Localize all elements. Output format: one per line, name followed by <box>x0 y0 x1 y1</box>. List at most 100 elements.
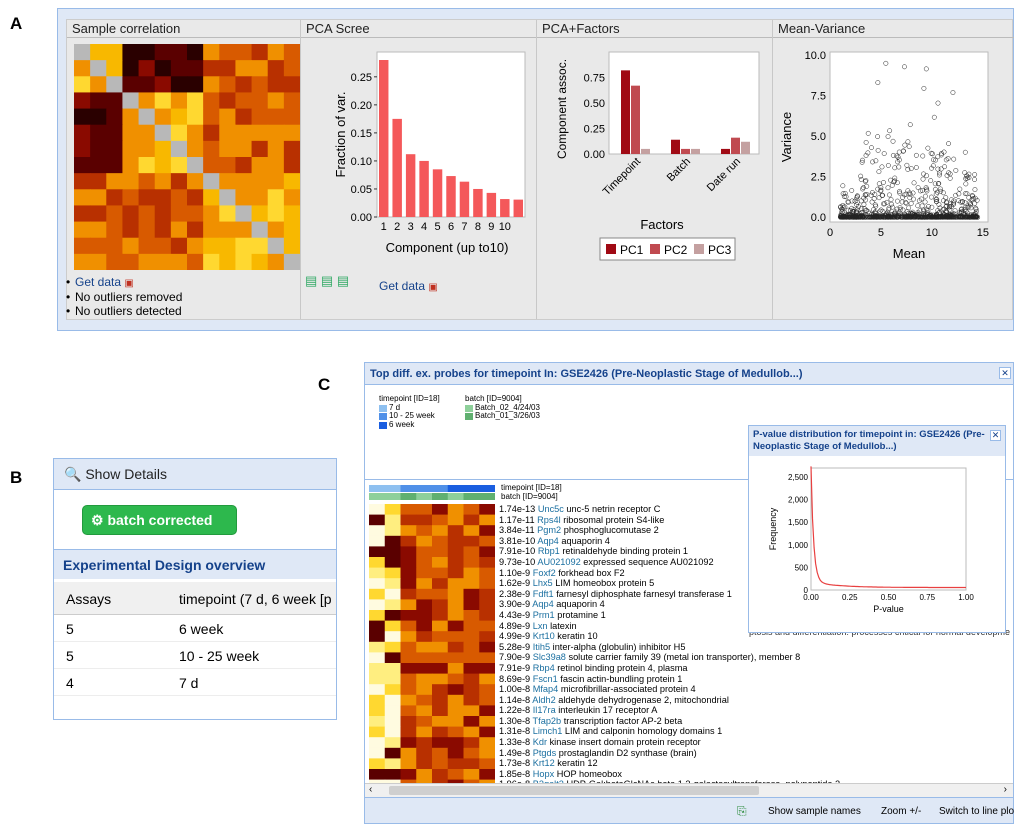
legend-label: PC1 <box>620 243 644 257</box>
gene-link[interactable]: Rbp1 <box>538 546 560 556</box>
gene-description: retinol binding protein 4, plasma <box>554 662 688 673</box>
table-row: 5 10 - 25 week <box>54 642 336 669</box>
gene-link[interactable]: Kdr <box>533 737 547 747</box>
heatmap-cell <box>432 737 449 749</box>
close-icon[interactable]: ✕ <box>999 367 1011 379</box>
qc-strip: Sample correlation Get data ▣ No outlier… <box>66 19 1014 320</box>
export-icon[interactable]: ⎘ <box>737 804 747 819</box>
heatmap-cell <box>170 221 188 239</box>
gene-link[interactable]: Prm1 <box>533 610 555 620</box>
heatmap-cell <box>400 705 417 717</box>
heatmap-cell <box>463 578 480 590</box>
close-icon[interactable]: ✕ <box>990 430 1001 441</box>
heatmap-cell <box>170 140 188 158</box>
zoom-button[interactable]: Zoom +/- <box>881 806 921 817</box>
details-toolbar: 🔍 Show Details <box>54 459 336 490</box>
heatmap-cell <box>432 705 449 717</box>
heatmap-cell <box>432 694 449 706</box>
heatmap-cell <box>203 237 220 255</box>
heatmap-cell <box>187 237 204 255</box>
heatmap-cell <box>416 610 433 622</box>
heatmap-cell <box>432 588 449 600</box>
gene-link[interactable]: Pgm2 <box>537 525 561 535</box>
scroll-left-icon[interactable]: ‹ <box>369 784 372 795</box>
scatter-chart-icon[interactable]: ▤ <box>337 273 349 288</box>
heatmap-cell <box>90 140 107 158</box>
gene-link[interactable]: Tfap2b <box>533 716 562 726</box>
column-header-timepoint[interactable]: timepoint (7 d, 6 week [p <box>179 591 332 607</box>
gene-link[interactable]: Rps4l <box>537 515 561 525</box>
heatmap-cell <box>384 588 401 600</box>
scroll-right-icon[interactable]: › <box>1004 784 1007 795</box>
column-header-assays[interactable]: Assays <box>66 591 111 607</box>
pvalue-popup: P-value distribution for timepoint in: G… <box>748 425 1006 633</box>
heatmap-cell <box>447 578 464 590</box>
gene-link[interactable]: Ptgds <box>533 748 557 758</box>
sample-correlation-heatmap[interactable] <box>74 44 300 270</box>
switch-plot-button[interactable]: Switch to line plot <box>939 806 1014 817</box>
show-details-button[interactable]: 🔍 Show Details <box>64 466 167 482</box>
heatmap-cell <box>170 92 188 110</box>
table-cell: 5 <box>66 648 74 664</box>
external-link-icon: ▣ <box>124 278 134 289</box>
heatmap-cell <box>447 610 464 622</box>
y-tick-label: 2,000 <box>788 496 809 505</box>
gene-link[interactable]: Slc39a8 <box>533 652 566 662</box>
gene-link[interactable]: Unc5c <box>538 504 564 514</box>
heatmap-cell <box>251 237 269 255</box>
factor-bar <box>731 137 740 154</box>
batch-corrected-button[interactable]: ⚙ batch corrected <box>82 505 237 535</box>
heatmap-cell <box>432 514 449 526</box>
mean-variance-header: Mean-Variance <box>773 20 1014 38</box>
heatmap-cell <box>432 557 449 569</box>
gene-link[interactable]: Aqp4 <box>537 536 558 546</box>
gene-link[interactable]: Fscn1 <box>533 674 558 684</box>
pvalue: 1.85e-8 <box>499 768 533 779</box>
gene-link[interactable]: Itih5 <box>533 642 550 652</box>
heatmap-cell <box>416 769 433 781</box>
heatmap-cell <box>74 108 91 126</box>
gene-link[interactable]: Rbp4 <box>533 663 555 673</box>
gene-link[interactable]: Mfap4 <box>533 684 559 694</box>
pvalue: 1.10e-9 <box>499 567 533 578</box>
scatter-chart-icon[interactable]: ▤ <box>305 273 317 288</box>
panel-label-b: B <box>10 468 23 487</box>
scatter-chart-icon[interactable]: ▤ <box>321 273 333 288</box>
show-sample-names-button[interactable]: Show sample names <box>768 806 861 817</box>
heatmap-cell <box>90 157 107 174</box>
gene-link[interactable]: Aldh2 <box>532 695 556 705</box>
heatmap-cell <box>106 140 123 158</box>
gene-link[interactable]: Foxf2 <box>533 568 556 578</box>
heatmap-cell <box>463 525 480 537</box>
gene-description: transcription factor AP-2 beta <box>561 715 683 726</box>
heatmap-cell <box>384 567 401 579</box>
pvalue: 1.00e-8 <box>499 684 533 695</box>
heatmap-cell <box>369 599 386 611</box>
gene-link[interactable]: Limch1 <box>533 726 563 736</box>
gene-link[interactable]: Aqp4 <box>532 599 553 609</box>
gene-link[interactable]: AU021092 <box>537 557 580 567</box>
gene-link[interactable]: Lhx5 <box>533 578 553 588</box>
gene-description: aquaporin 4 <box>553 599 605 610</box>
heatmap-cell <box>447 694 464 706</box>
heatmap-cell <box>479 567 495 579</box>
scrollbar-thumb[interactable] <box>389 786 759 795</box>
get-data-link[interactable]: Get data <box>379 279 425 293</box>
table-cell: 10 - 25 week <box>179 648 260 664</box>
gene-link[interactable]: Krt10 <box>533 631 555 641</box>
heatmap-cell <box>384 557 401 569</box>
heatmap-cell <box>384 716 401 728</box>
heatmap-cell <box>369 610 386 622</box>
heatmap-cell <box>219 205 236 223</box>
gene-link[interactable]: Hopx <box>533 769 554 779</box>
heatmap-cell <box>369 504 386 516</box>
get-data-link[interactable]: Get data <box>75 275 121 289</box>
expression-heatmap[interactable] <box>369 483 495 783</box>
gene-link[interactable]: Lxn <box>533 621 548 631</box>
heatmap-cell <box>219 221 236 239</box>
gene-link[interactable]: Il17ra <box>533 705 556 715</box>
heatmap-cell <box>432 747 449 759</box>
gene-link[interactable]: Fdft1 <box>533 589 554 599</box>
horizontal-scrollbar[interactable]: ‹ › <box>365 783 1013 797</box>
gene-link[interactable]: Krt12 <box>533 758 555 768</box>
